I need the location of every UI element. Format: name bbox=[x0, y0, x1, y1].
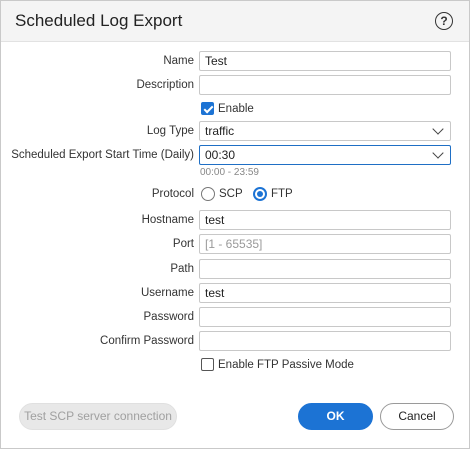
enable-label: Enable bbox=[218, 103, 254, 115]
description-label: Description bbox=[136, 79, 194, 91]
protocol-label: Protocol bbox=[151, 188, 194, 200]
path-input[interactable] bbox=[199, 259, 451, 279]
username-input[interactable]: test bbox=[199, 283, 451, 303]
name-input[interactable]: Test bbox=[199, 51, 451, 71]
protocol-ftp-radio[interactable] bbox=[253, 187, 267, 201]
path-row: Path bbox=[1, 259, 470, 281]
enable-checkbox[interactable] bbox=[201, 102, 214, 115]
start-time-row: Scheduled Export Start Time (Daily) 00:3… bbox=[1, 145, 470, 167]
protocol-scp-radio[interactable] bbox=[201, 187, 215, 201]
protocol-row: Protocol SCP FTP bbox=[1, 184, 470, 206]
enable-row: Enable bbox=[1, 99, 470, 121]
chevron-down-icon bbox=[432, 123, 444, 135]
hostname-input[interactable]: test bbox=[199, 210, 451, 230]
password-input[interactable] bbox=[199, 307, 451, 327]
log-type-value: traffic bbox=[205, 124, 235, 138]
cancel-button[interactable]: Cancel bbox=[380, 403, 454, 430]
protocol-ftp-label: FTP bbox=[271, 188, 293, 200]
port-input[interactable]: [1 - 65535] bbox=[199, 234, 451, 254]
protocol-scp-label: SCP bbox=[219, 188, 243, 200]
log-type-select[interactable]: traffic bbox=[199, 121, 451, 141]
start-time-select[interactable]: 00:30 bbox=[199, 145, 451, 165]
start-time-label: Scheduled Export Start Time (Daily) bbox=[11, 149, 194, 161]
chevron-down-icon bbox=[432, 147, 444, 159]
ftp-passive-label: Enable FTP Passive Mode bbox=[218, 359, 354, 371]
name-row: Name Test bbox=[1, 51, 470, 73]
hostname-label: Hostname bbox=[141, 214, 194, 226]
test-connection-button[interactable]: Test SCP server connection bbox=[19, 403, 177, 430]
username-row: Username test bbox=[1, 283, 470, 305]
confirm-password-row: Confirm Password bbox=[1, 331, 470, 353]
confirm-password-input[interactable] bbox=[199, 331, 451, 351]
scheduled-log-export-dialog: Scheduled Log Export ? Name Test Descrip… bbox=[0, 0, 470, 449]
name-label: Name bbox=[163, 55, 194, 67]
dialog-header: Scheduled Log Export ? bbox=[1, 1, 469, 42]
hostname-row: Hostname test bbox=[1, 210, 470, 232]
password-row: Password bbox=[1, 307, 470, 329]
start-time-value: 00:30 bbox=[205, 148, 236, 162]
help-icon[interactable]: ? bbox=[435, 12, 453, 30]
port-label: Port bbox=[172, 238, 194, 250]
password-label: Password bbox=[143, 311, 195, 323]
description-input[interactable] bbox=[199, 75, 451, 95]
log-type-label: Log Type bbox=[146, 125, 194, 137]
ok-button[interactable]: OK bbox=[298, 403, 373, 430]
username-label: Username bbox=[140, 287, 194, 299]
port-row: Port [1 - 65535] bbox=[1, 234, 470, 256]
path-label: Path bbox=[170, 263, 194, 275]
log-type-row: Log Type traffic bbox=[1, 121, 470, 143]
description-row: Description bbox=[1, 75, 470, 97]
ftp-passive-checkbox[interactable] bbox=[201, 358, 214, 371]
dialog-title: Scheduled Log Export bbox=[15, 11, 183, 30]
ftp-passive-row: Enable FTP Passive Mode bbox=[1, 355, 470, 377]
confirm-password-label: Confirm Password bbox=[100, 335, 194, 347]
start-time-hint: 00:00 - 23:59 bbox=[200, 167, 259, 178]
